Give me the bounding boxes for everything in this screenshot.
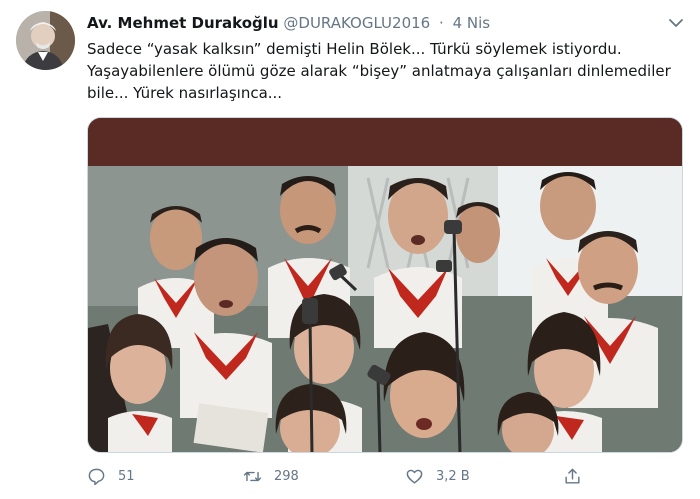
- like-count: 3,2 B: [436, 468, 470, 484]
- share-icon: [565, 468, 580, 484]
- avatar-image: [16, 11, 75, 70]
- retweet-icon: [243, 471, 262, 481]
- tweet[interactable]: Av. Mehmet Durakoğlu @DURAKOGLU2016 · 4 …: [0, 0, 700, 499]
- reply-count: 51: [118, 468, 135, 484]
- tweet-date[interactable]: 4 Nis: [453, 14, 491, 32]
- reply-button[interactable]: 51: [87, 462, 135, 490]
- avatar[interactable]: [16, 11, 75, 70]
- heart-icon: [406, 469, 423, 484]
- retweet-count: 298: [274, 468, 299, 484]
- tweet-media[interactable]: [87, 117, 683, 453]
- reply-icon: [88, 468, 105, 485]
- retweet-button[interactable]: 298: [243, 462, 299, 490]
- chevron-down-icon[interactable]: [667, 14, 685, 32]
- author-handle[interactable]: @DURAKOGLU2016: [283, 14, 430, 32]
- author-name[interactable]: Av. Mehmet Durakoğlu: [87, 14, 279, 32]
- separator-dot: ·: [439, 14, 444, 32]
- tweet-actions: 51 298 3,2 B: [87, 462, 687, 490]
- tweet-text: Sadece “yasak kalksın” demişti Helin Böl…: [87, 40, 671, 102]
- like-button[interactable]: 3,2 B: [405, 462, 470, 490]
- share-button[interactable]: [563, 462, 594, 490]
- tweet-header: Av. Mehmet Durakoğlu @DURAKOGLU2016 · 4 …: [87, 13, 490, 33]
- choir-photo: [88, 118, 682, 452]
